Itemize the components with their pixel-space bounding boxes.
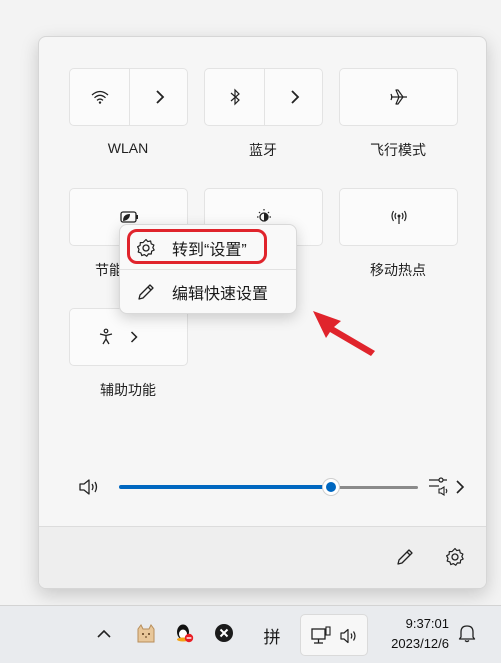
pencil-icon (136, 282, 162, 302)
context-menu: 转到“设置” 编辑快速设置 (119, 224, 297, 314)
taskbar: 拼 9:37:01 2023/12/6 (0, 605, 501, 663)
volume-slider-thumb[interactable] (322, 478, 340, 496)
accessibility-icon (98, 328, 114, 346)
accessibility-toggle[interactable] (70, 309, 165, 365)
battery-saver-icon (118, 210, 140, 224)
cat-app-icon (135, 622, 157, 649)
clock-date: 2023/12/6 (391, 636, 449, 651)
gear-icon (136, 238, 162, 258)
chevron-right-icon (155, 90, 165, 104)
tile-hotspot[interactable] (339, 188, 458, 246)
airplane-icon (389, 88, 409, 106)
bluetooth-icon (229, 88, 241, 106)
volume-slider-fill (119, 485, 331, 489)
tile-label-wlan: WLAN (107, 140, 149, 156)
tile-airplane[interactable] (339, 68, 458, 126)
speaker-icon (339, 627, 359, 650)
bell-icon (458, 623, 476, 648)
gear-icon[interactable] (445, 547, 465, 567)
close-circle-icon (214, 623, 234, 648)
clock-time: 9:37:01 (405, 616, 449, 631)
tile-label-hotspot: 移动热点 (370, 262, 426, 278)
chevron-up-icon (97, 626, 111, 644)
taskbar-clock[interactable]: 9:37:01 2023/12/6 (391, 614, 449, 654)
qq-icon (173, 622, 195, 649)
tile-label-accessibility: 辅助功能 (100, 382, 156, 398)
tray-app-close[interactable] (212, 606, 236, 663)
volume-slider-track[interactable] (331, 485, 418, 489)
hotspot-icon (390, 208, 408, 226)
audio-output-icon[interactable] (427, 475, 451, 497)
bluetooth-expand-button[interactable] (265, 69, 324, 125)
menu-item-label: 编辑快速设置 (172, 286, 269, 303)
ime-indicator[interactable]: 拼 (258, 606, 286, 663)
volume-icon[interactable] (78, 478, 100, 496)
notifications-button[interactable] (455, 606, 479, 663)
tile-label-airplane: 飞行模式 (370, 142, 426, 158)
pencil-icon[interactable] (395, 547, 415, 567)
menu-item-edit-quick-settings[interactable]: 编辑快速设置 (126, 274, 290, 310)
menu-item-label: 转到“设置” (172, 242, 247, 259)
menu-separator (120, 269, 296, 270)
show-hidden-icons-button[interactable] (92, 606, 116, 663)
chevron-right-icon (130, 331, 138, 343)
tile-bluetooth (204, 68, 323, 126)
wifi-icon (90, 89, 110, 105)
wlan-expand-button[interactable] (130, 69, 189, 125)
bluetooth-toggle[interactable] (205, 69, 264, 125)
flyout-footer (39, 526, 486, 588)
wlan-toggle[interactable] (70, 69, 129, 125)
system-tray-group[interactable] (300, 614, 368, 656)
menu-item-go-to-settings[interactable]: 转到“设置” (126, 230, 290, 266)
tile-wlan (69, 68, 188, 126)
tile-label-bluetooth: 蓝牙 (249, 142, 277, 158)
chevron-right-icon (290, 90, 300, 104)
tray-app-qq[interactable] (172, 606, 196, 663)
annotation-arrow (313, 311, 375, 356)
network-icon (310, 626, 332, 651)
tray-app-cat[interactable] (134, 606, 158, 663)
chevron-right-icon[interactable] (455, 479, 465, 495)
tile-accessibility (69, 308, 188, 366)
